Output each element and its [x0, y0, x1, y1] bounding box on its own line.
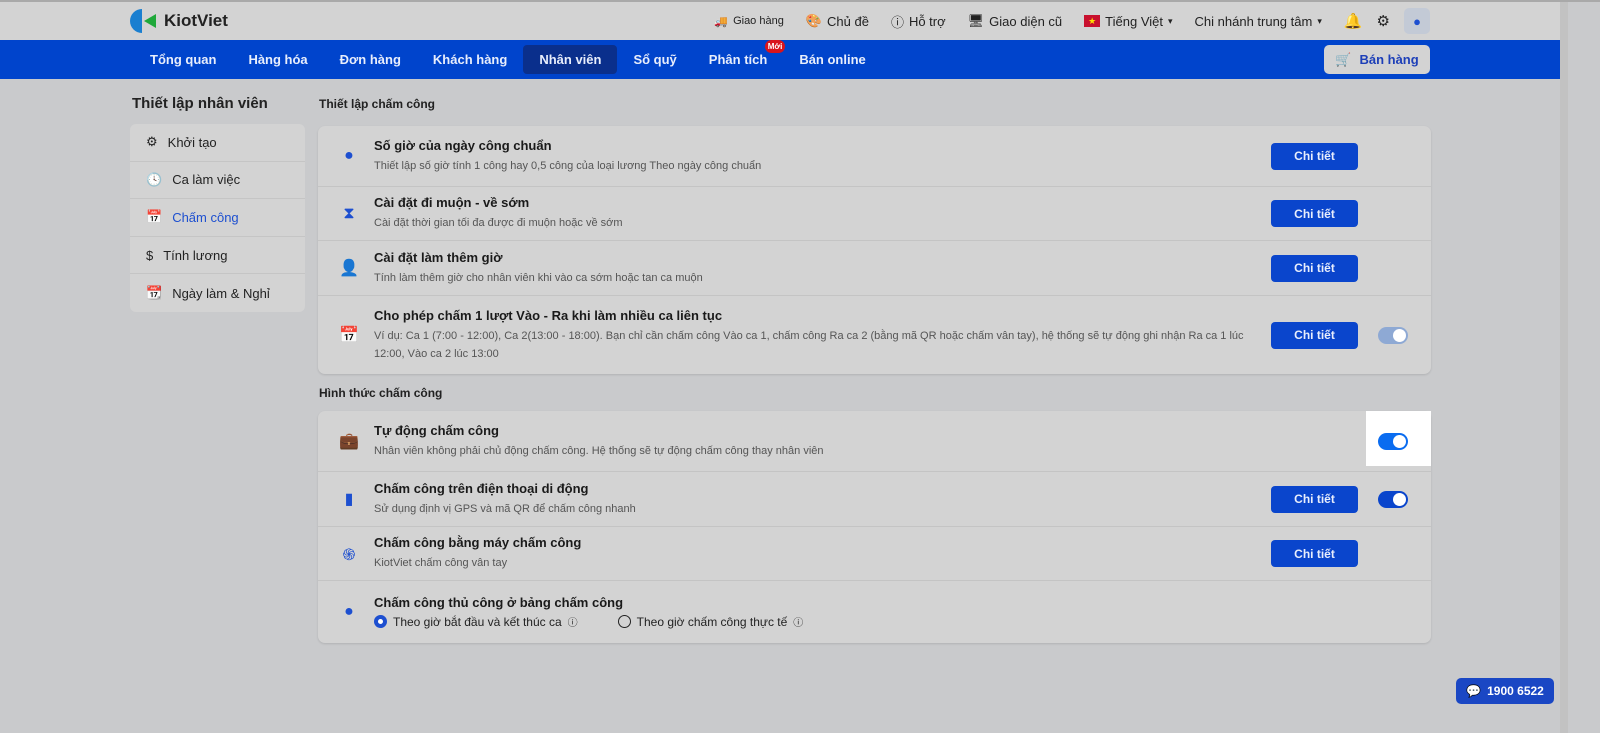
- attendance-settings-card: ● Số giờ của ngày công chuẩn Thiết lập số…: [318, 126, 1431, 374]
- old-ui-link[interactable]: 🖥 Giao diện cũ: [968, 13, 1063, 29]
- calendar-edit-icon: 📅: [146, 209, 163, 225]
- nav-khach-hang[interactable]: Khách hàng: [417, 45, 523, 74]
- list-item: ● Số giờ của ngày công chuẩn Thiết lập số…: [318, 126, 1431, 187]
- auto-attendance-toggle[interactable]: [1378, 432, 1408, 450]
- list-item: ▮ Chấm công trên điện thoại di động Sử dụ…: [318, 472, 1431, 527]
- nav-so-quy[interactable]: Sổ quỹ: [617, 45, 692, 74]
- list-item: ● Chấm công thủ công ở bảng chấm công Th…: [318, 581, 1431, 643]
- monitor-icon: 🖥: [967, 13, 985, 28]
- radio-actual-time[interactable]: Theo giờ chấm công thực tế ⓘ: [617, 614, 803, 629]
- info-icon[interactable]: ⓘ: [793, 614, 803, 629]
- sidebar-item-tinh-luong[interactable]: $ Tính lương: [130, 237, 305, 275]
- header: KiotViet 🚚 Giao hàng 🎨 Chủ đề ⓘ Hỗ trợ 🖥 Gia…: [0, 2, 1560, 40]
- brand-name: KiotViet: [164, 11, 228, 30]
- scrollbar[interactable]: [1560, 2, 1568, 733]
- detail-button[interactable]: Chi tiết: [1271, 485, 1358, 513]
- section-title-settings: Thiết lập chấm công: [319, 97, 436, 111]
- vietnam-flag-icon: ★: [1084, 15, 1101, 27]
- radio-shift-time[interactable]: Theo giờ bắt đầu và kết thúc ca ⓘ: [374, 614, 578, 629]
- user-icon: ●: [1413, 13, 1421, 29]
- bell-icon[interactable]: 🔔: [1344, 12, 1363, 30]
- nav-nhan-vien[interactable]: Nhân viên: [523, 45, 618, 74]
- list-item: 👤 Cài đặt làm thêm giờ Tính làm thêm giờ …: [318, 241, 1431, 296]
- nav-hang-hoa[interactable]: Hàng hóa: [232, 45, 323, 74]
- list-item: 📅 Cho phép chấm 1 lượt Vào - Ra khi làm …: [318, 296, 1431, 374]
- nav-tong-quan[interactable]: Tổng quan: [134, 45, 232, 74]
- dollar-icon: $: [146, 247, 154, 263]
- delivery-link[interactable]: 🚚 Giao hàng: [714, 15, 783, 28]
- clock-icon: ●: [344, 147, 354, 164]
- hotline-button[interactable]: 💬 1900 6522: [1456, 678, 1554, 704]
- cart-icon: 🛒: [1335, 51, 1352, 67]
- fingerprint-icon: ֍: [342, 546, 356, 564]
- nav-phan-tich[interactable]: Phân tích Mới: [693, 40, 786, 74]
- calendar-clock-icon: 📅: [339, 327, 359, 344]
- user-clock-icon: 👤: [339, 260, 359, 277]
- info-icon[interactable]: ⓘ: [568, 614, 578, 629]
- sidebar-item-cham-cong[interactable]: 📅 Chấm công: [130, 199, 305, 237]
- multi-shift-toggle[interactable]: [1378, 326, 1408, 344]
- main-nav: Tổng quan Hàng hóa Đơn hàng Khách hàng N…: [0, 40, 1560, 79]
- kiotviet-logo[interactable]: KiotViet: [130, 9, 228, 33]
- mobile-attendance-toggle[interactable]: [1378, 490, 1408, 508]
- list-item: 💼 Tự động chấm công Nhân viên không phải …: [318, 411, 1431, 472]
- new-badge: Mới: [764, 40, 786, 53]
- gear-icon[interactable]: ⚙: [1377, 12, 1390, 30]
- language-select[interactable]: ★ Tiếng Việt ▾: [1084, 14, 1173, 29]
- kiotviet-logo-icon: [130, 9, 158, 33]
- hourglass-clock-icon: ⧗: [343, 204, 355, 222]
- briefcase-clock-icon: 💼: [339, 433, 359, 450]
- detail-button[interactable]: Chi tiết: [1271, 200, 1358, 227]
- clock-icon: ●: [344, 603, 354, 620]
- section-title-methods: Hình thức chấm công: [319, 386, 443, 400]
- list-item: ֍ Chấm công bằng máy chấm công KiotViet c…: [318, 527, 1431, 581]
- detail-button[interactable]: Chi tiết: [1271, 142, 1358, 170]
- sidebar-item-khoi-tao[interactable]: ⚙ Khởi tạo: [130, 124, 305, 162]
- theme-link[interactable]: 🎨 Chủ đề: [806, 13, 869, 29]
- sidebar-item-ca-lam-viec[interactable]: 🕓 Ca làm việc: [130, 162, 305, 200]
- sell-button[interactable]: 🛒 Bán hàng: [1324, 45, 1430, 74]
- nav-don-hang[interactable]: Đơn hàng: [324, 45, 417, 74]
- calendar-star-icon: 📆: [146, 285, 163, 301]
- attendance-methods-card: 💼 Tự động chấm công Nhân viên không phải …: [318, 411, 1431, 643]
- nav-ban-online[interactable]: Bán online: [783, 45, 881, 74]
- chevron-down-icon: ▾: [1317, 15, 1322, 26]
- support-chat-icon: ⓘ: [890, 14, 904, 30]
- mobile-phone-icon: ▮: [344, 491, 354, 508]
- chevron-down-icon: ▾: [1168, 15, 1173, 26]
- branch-select[interactable]: Chi nhánh trung tâm ▾: [1195, 14, 1322, 29]
- detail-button[interactable]: Chi tiết: [1271, 321, 1358, 349]
- palette-icon: 🎨: [805, 13, 823, 28]
- gear-icon: ⚙: [146, 134, 158, 150]
- user-avatar[interactable]: ●: [1404, 8, 1430, 34]
- delivery-truck-icon: 🚚: [714, 15, 729, 28]
- sidebar: ⚙ Khởi tạo 🕓 Ca làm việc 📅 Chấm công $ Tính …: [130, 124, 305, 312]
- detail-button[interactable]: Chi tiết: [1271, 540, 1358, 567]
- list-item: ⧗ Cài đặt đi muộn - về sớm Cài đặt thời g…: [318, 187, 1431, 241]
- sidebar-title: Thiết lập nhân viên: [132, 95, 268, 112]
- sidebar-item-ngay-lam-nghi[interactable]: 📆 Ngày làm & Nghỉ: [130, 274, 305, 312]
- detail-button[interactable]: Chi tiết: [1271, 254, 1358, 282]
- clock-icon: 🕓: [146, 171, 163, 187]
- support-link[interactable]: ⓘ Hỗ trợ: [891, 12, 946, 31]
- chat-icon: 💬: [1466, 684, 1482, 698]
